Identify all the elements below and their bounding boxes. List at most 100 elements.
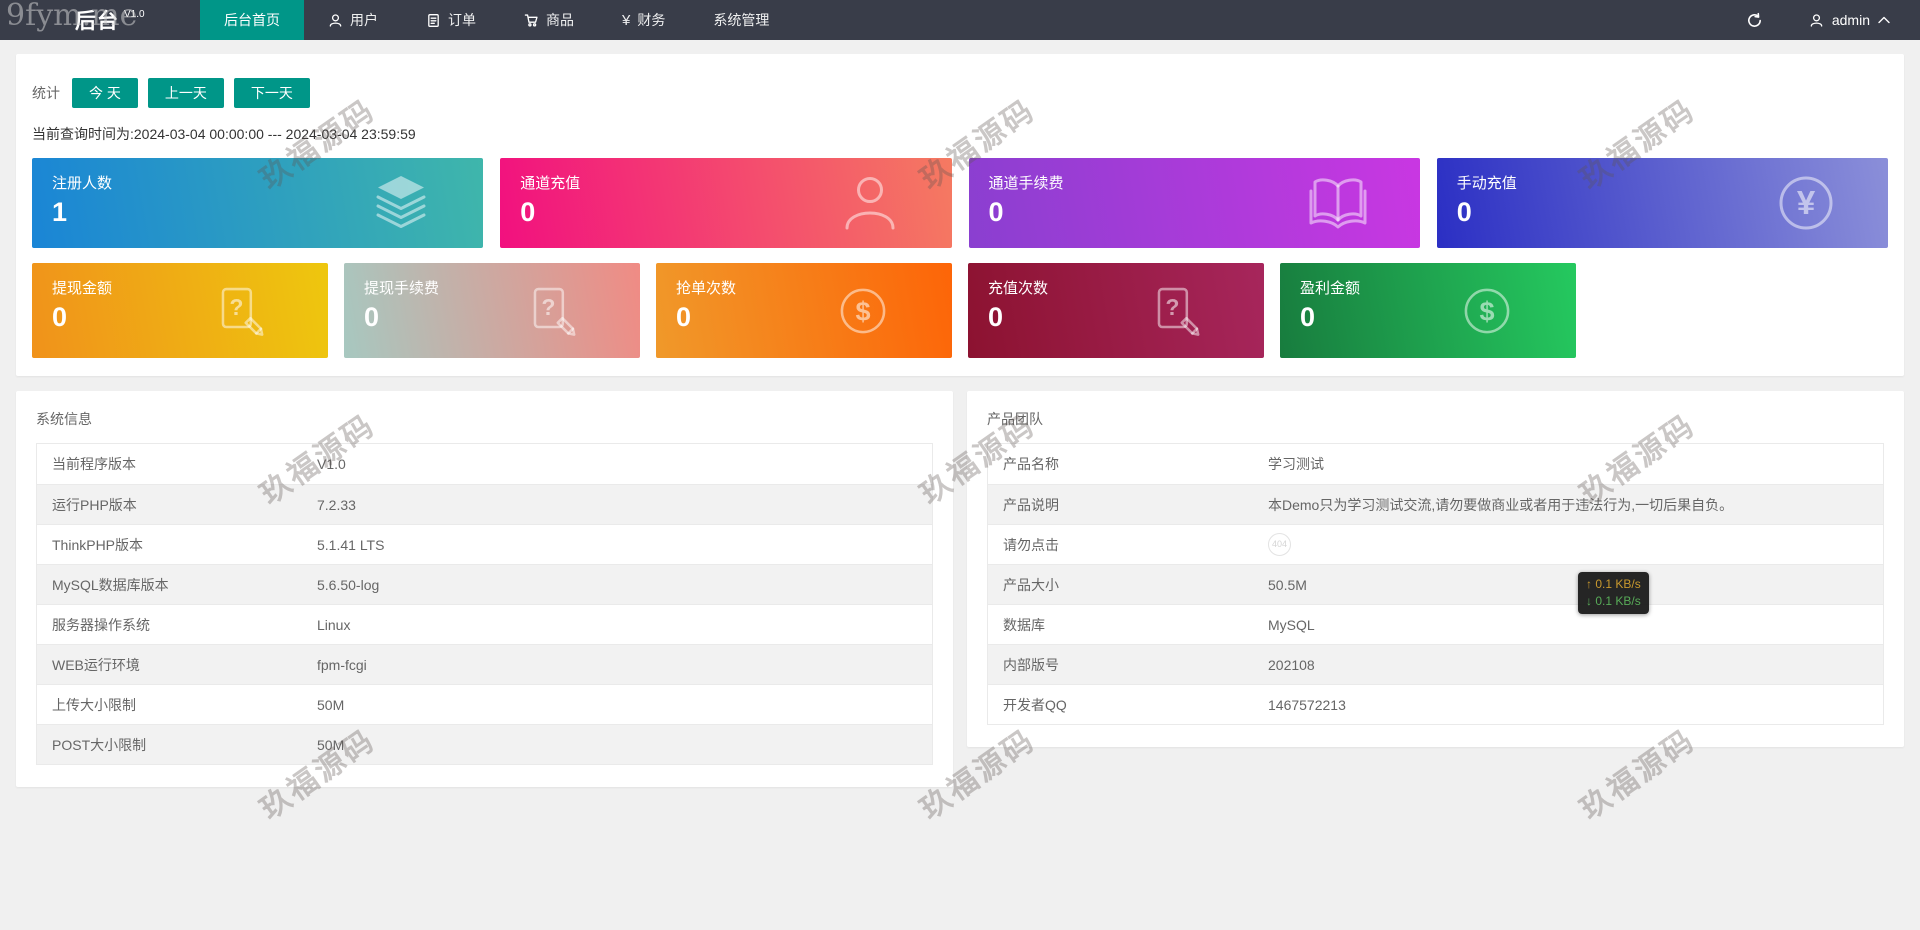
system-info-panel: 系统信息 当前程序版本 V1.0 运行PHP版本 7.2.33 ThinkPHP… [16, 391, 953, 787]
stat-card-label: 抢单次数 [676, 280, 737, 297]
admin-username: admin [1831, 12, 1870, 28]
row-label: 上传大小限制 [52, 696, 136, 713]
table-row: 产品大小 50.5M [988, 564, 1883, 604]
nav-item-label: 财务 [637, 12, 666, 28]
stats-panel: 统计 今 天 上一天 下一天 当前查询时间为:2024-03-04 00:00:… [16, 54, 1904, 376]
doc-question-pencil-icon: ? [533, 287, 576, 336]
row-value: 5.6.50-log [317, 576, 380, 593]
stat-card-label: 充值次数 [988, 280, 1049, 297]
stat-card-value: 0 [676, 302, 692, 332]
main-menu: 后台首页 用户 订单 商品 ¥ 财务 系统管理 [200, 0, 793, 40]
doc-question-pencil-icon: ? [221, 287, 264, 336]
row-value: 5.1.41 LTS [317, 536, 385, 553]
stat-card-value: 0 [1300, 302, 1316, 332]
order-icon [428, 13, 439, 27]
previous-day-button[interactable]: 上一天 [147, 78, 224, 108]
stat-card-value: 0 [364, 302, 380, 332]
table-row: 产品说明 本Demo只为学习测试交流,请勿要做商业或者用于违法行为,一切后果自负… [988, 484, 1883, 524]
admin-user-menu[interactable]: admin [1809, 12, 1890, 28]
book-icon [1309, 178, 1367, 229]
row-label: 运行PHP版本 [52, 496, 137, 513]
table-row: 服务器操作系统 Linux [37, 604, 932, 644]
download-speed: ↓ 0.1 KB/s [1586, 594, 1641, 608]
table-row: 当前程序版本 V1.0 [37, 444, 932, 484]
cart-icon [524, 13, 538, 27]
nav-item-label: 商品 [546, 12, 574, 28]
stat-card-label: 提现手续费 [364, 280, 440, 297]
stat-card-channel-recharge: 通道充值 0 [500, 158, 952, 248]
nav-item-users[interactable]: 用户 [304, 0, 402, 40]
stat-card-withdraw-fee: 提现手续费 0 ? [344, 263, 640, 358]
svg-text:$: $ [855, 296, 870, 326]
stats-header: 统计 今 天 上一天 下一天 [32, 78, 1888, 108]
next-day-button[interactable]: 下一天 [233, 78, 310, 108]
svg-text:?: ? [542, 294, 556, 320]
stat-card-label: 盈利金额 [1300, 280, 1361, 297]
refresh-button[interactable] [1746, 12, 1763, 29]
stat-card-label: 提现金额 [52, 280, 113, 297]
admin-dashboard: 后台 V1.0 后台首页 用户 订单 商品 ¥ 财务 系统管理 admin 统计… [0, 0, 1920, 827]
table-row: MySQL数据库版本 5.6.50-log [37, 564, 932, 604]
stat-card-withdraw-amount: 提现金额 0 ? [32, 263, 328, 358]
row-value: 50.5M [1268, 576, 1307, 593]
table-row: WEB运行环境 fpm-fcgi [37, 644, 932, 684]
table-row: 产品名称 学习测试 [988, 444, 1883, 484]
dollar-circle-icon: $ [1464, 288, 1510, 333]
stat-card-registered-users: 注册人数 1 [32, 158, 484, 248]
navbar-right: admin [1746, 0, 1920, 40]
stat-card-recharge-count: 充值次数 0 ? [968, 263, 1264, 358]
svg-text:$: $ [1479, 296, 1494, 326]
nav-item-home[interactable]: 后台首页 [200, 0, 304, 40]
row-value: 7.2.33 [317, 496, 356, 513]
row-value: 202108 [1268, 656, 1315, 673]
yen-icon: ¥ [622, 11, 631, 29]
row-label: WEB运行环境 [52, 656, 140, 673]
stats-label: 统计 [32, 85, 60, 101]
table-row: 数据库 MySQL [988, 604, 1883, 644]
top-navbar: 后台 V1.0 后台首页 用户 订单 商品 ¥ 财务 系统管理 admin [0, 0, 1920, 40]
row-value: MySQL [1268, 616, 1315, 633]
row-label: 产品大小 [1003, 576, 1059, 593]
row-label: 当前程序版本 [52, 456, 136, 472]
row-label: 服务器操作系统 [52, 616, 150, 633]
product-team-table: 产品名称 学习测试 产品说明 本Demo只为学习测试交流,请勿要做商业或者用于违… [987, 443, 1884, 725]
table-row: ThinkPHP版本 5.1.41 LTS [37, 524, 932, 564]
row-value: Linux [317, 616, 351, 633]
row-value: 学习测试 [1268, 456, 1324, 472]
nav-item-products[interactable]: 商品 [500, 0, 598, 40]
nav-item-label: 订单 [448, 12, 476, 28]
table-row: 运行PHP版本 7.2.33 [37, 484, 932, 524]
query-time-text: 当前查询时间为:2024-03-04 00:00:00 --- 2024-03-… [32, 126, 416, 142]
row-label: ThinkPHP版本 [52, 536, 144, 553]
nav-item-label: 系统管理 [713, 12, 770, 28]
main-content: 统计 今 天 上一天 下一天 当前查询时间为:2024-03-04 00:00:… [0, 40, 1920, 787]
row-label: 开发者QQ [1003, 696, 1067, 713]
nav-item-finance[interactable]: ¥ 财务 [598, 0, 689, 40]
row-value: 50M [317, 736, 345, 753]
row-label: 内部版号 [1003, 656, 1059, 673]
layers-icon [376, 176, 426, 228]
table-row: 上传大小限制 50M [37, 684, 932, 724]
product-team-title: 产品团队 [987, 411, 1043, 427]
stat-card-channel-fee: 通道手续费 0 [968, 158, 1420, 248]
row-value: 404 [1268, 533, 1883, 556]
nav-item-orders[interactable]: 订单 [402, 0, 500, 40]
refresh-icon [1747, 12, 1761, 27]
row-value: 50M [317, 696, 345, 713]
stat-cards-row-2: 提现金额 0 ? 提现手续费 0 ? 抢单次数 0 $ 充值次数 0 ? 盈利金… [32, 263, 1888, 358]
nav-item-label: 后台首页 [224, 12, 280, 28]
do-not-click-badge[interactable]: 404 [1268, 533, 1291, 556]
row-label: 请勿点击 [1003, 536, 1059, 553]
app-logo: 后台 V1.0 [0, 0, 200, 40]
stat-card-manual-recharge: 手动充值 0 ¥ [1436, 158, 1888, 248]
row-label: 产品说明 [1003, 496, 1059, 513]
today-button[interactable]: 今 天 [72, 78, 138, 108]
row-value: V1.0 [317, 456, 346, 472]
stat-cards-row-1: 注册人数 1 通道充值 0 通道手续费 0 手动充值 0 ¥ [32, 158, 1888, 248]
system-info-table: 当前程序版本 V1.0 运行PHP版本 7.2.33 ThinkPHP版本 5.… [36, 443, 933, 765]
svg-text:?: ? [230, 294, 244, 320]
table-row: 请勿点击 404 [988, 524, 1883, 564]
nav-item-system[interactable]: 系统管理 [689, 0, 793, 40]
stat-card-value: 0 [52, 302, 68, 332]
svg-text:?: ? [1166, 294, 1180, 320]
